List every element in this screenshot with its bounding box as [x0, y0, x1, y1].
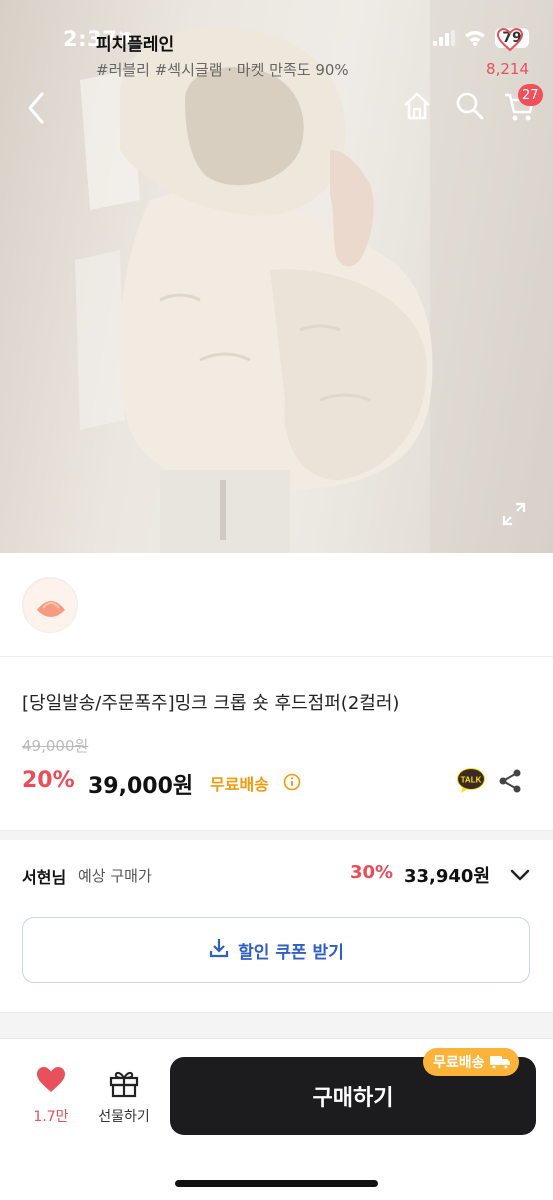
gift-label[interactable]: 선물하기: [86, 1106, 162, 1126]
member-name: 서현님: [22, 868, 67, 887]
free-shipping-label: 무료배송: [210, 775, 269, 794]
search-icon[interactable]: [454, 90, 486, 126]
download-icon: [208, 937, 230, 963]
heart-filled-icon: [37, 1067, 65, 1092]
cart-badge: 27: [518, 84, 543, 106]
shop-logo[interactable]: [22, 577, 78, 633]
product-detail-page: 2:37 79 27 피치플레인 #러블리 #섹시글램 · 마켓 만족도 90%…: [0, 0, 553, 1200]
info-icon[interactable]: [283, 773, 301, 795]
expected-price-label: 예상 구매가: [78, 867, 152, 885]
member-discount-rate: 30%: [350, 862, 394, 883]
original-price: 49,000원: [22, 737, 89, 755]
section-divider: [0, 830, 553, 840]
wifi-icon: [465, 31, 485, 46]
discount-rate: 20%: [22, 768, 75, 793]
shop-info[interactable]: [0, 553, 553, 657]
buy-label: 구매하기: [312, 1086, 394, 1111]
like-count: 8,214: [486, 60, 529, 78]
shop-name[interactable]: 피치플레인: [96, 30, 174, 55]
signal-icon: [433, 30, 455, 46]
product-image[interactable]: 2:37 79 27: [0, 0, 553, 553]
wish-count: 1.7만: [33, 1109, 69, 1125]
talk-label: TALK: [461, 776, 482, 785]
product-title: [당일발송/주문폭주]밍크 크롭 숏 후드점퍼(2컬러): [22, 693, 400, 714]
shipping-pill-label: 무료배송: [433, 1055, 485, 1071]
sale-price: 39,000원: [88, 774, 194, 799]
share-icon[interactable]: [498, 768, 522, 798]
section-divider-bottom: [0, 1012, 553, 1038]
home-indicator[interactable]: [175, 1180, 378, 1187]
talk-icon[interactable]: TALK: [456, 767, 486, 799]
free-shipping-pill: 무료배송: [423, 1048, 519, 1076]
product-photo: [75, 0, 553, 553]
truck-icon: [489, 1056, 510, 1070]
gift-icon[interactable]: [108, 1068, 140, 1102]
home-icon[interactable]: [401, 90, 433, 126]
chevron-down-icon[interactable]: [509, 866, 531, 888]
shop-tags: #러블리 #섹시글램 · 마켓 만족도 90%: [96, 61, 349, 79]
expand-icon[interactable]: [500, 500, 528, 532]
member-expected-price: 33,940원: [404, 866, 491, 887]
coupon-download-button[interactable]: 할인 쿠폰 받기: [22, 917, 530, 983]
back-icon[interactable]: [20, 88, 52, 128]
heart-icon[interactable]: [496, 27, 524, 56]
wish-button[interactable]: [22, 1066, 80, 1098]
coupon-label: 할인 쿠폰 받기: [238, 942, 344, 963]
